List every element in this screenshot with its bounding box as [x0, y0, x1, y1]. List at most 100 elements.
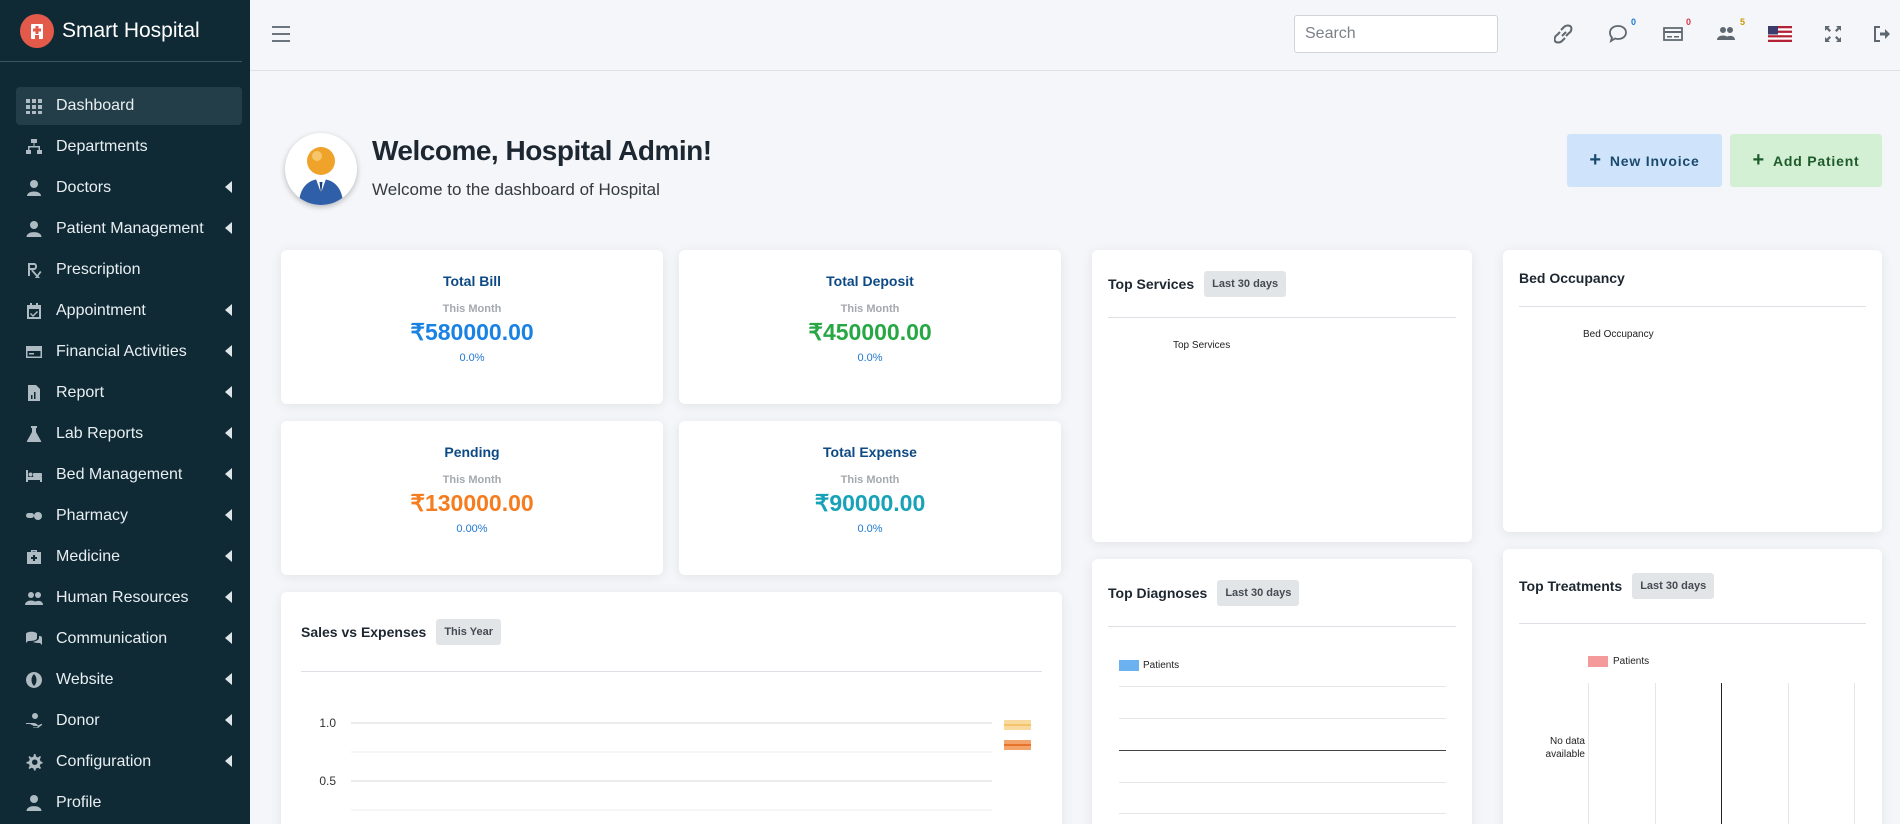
chat-icon[interactable]: 0 [1606, 17, 1636, 46]
expand-icon[interactable] [1821, 22, 1845, 46]
chevron-left-icon [225, 304, 232, 316]
menu-toggle-icon[interactable] [272, 26, 290, 42]
search-input[interactable] [1294, 15, 1498, 53]
stat-title: Total Bill [442, 273, 502, 289]
globe-icon [24, 670, 44, 690]
users-icon[interactable]: 5 [1715, 17, 1745, 46]
sidebar-item-label: Website [56, 671, 114, 688]
sidebar-item-label: Report [56, 384, 105, 401]
y-tick-label: 1.0 [319, 716, 336, 730]
bed-icon [24, 465, 44, 485]
sidebar-item-pharmacy[interactable]: Pharmacy [16, 497, 242, 535]
doctor-icon [24, 178, 44, 198]
stat-card-total-expense: Total Expense This Month ₹90000.00 0.0% [679, 421, 1061, 575]
stat-title: Total Deposit [826, 273, 914, 289]
top-treatments-header: Top Treatments Last 30 days [1519, 549, 1866, 624]
billing-icon[interactable]: 0 [1661, 17, 1691, 46]
welcome-subtitle: Welcome to the dashboard of Hospital [372, 180, 660, 199]
sidebar-item-label: Profile [56, 794, 102, 811]
bed-occupancy-header: Bed Occupancy [1519, 250, 1866, 307]
panel-title: Top Diagnoses [1108, 584, 1208, 601]
top-diagnoses-card: Top Diagnoses Last 30 days Patients [1092, 559, 1472, 824]
credit-card-icon [24, 342, 44, 362]
user-icon [24, 219, 44, 239]
add-patient-button[interactable]: + Add Patient [1730, 134, 1882, 187]
sidebar-item-communication[interactable]: Communication [16, 620, 242, 658]
stat-card-pending: Pending This Month ₹130000.00 0.00% [281, 421, 663, 575]
legend-label: Patients [1613, 656, 1650, 667]
sidebar-item-label: Lab Reports [56, 425, 144, 442]
top-services-header: Top Services Last 30 days [1108, 250, 1456, 318]
topbar: 0 0 5 [250, 0, 1900, 71]
stat-value: ₹90000.00 [814, 490, 926, 516]
period-badge[interactable]: Last 30 days [1632, 573, 1715, 599]
period-badge[interactable]: This Year [436, 618, 502, 645]
legend-swatch [1588, 656, 1608, 667]
y-tick-label: 0.5 [319, 774, 336, 788]
period-badge[interactable]: Last 30 days [1217, 579, 1300, 606]
comments-icon [24, 629, 44, 649]
chevron-left-icon [225, 755, 232, 767]
sales-expenses-header: Sales vs Expenses This Year [301, 592, 1042, 672]
stat-change: 0.0% [857, 352, 883, 364]
sidebar-item-configuration[interactable]: Configuration [16, 743, 242, 781]
sidebar-item-departments[interactable]: Departments [16, 128, 242, 166]
sidebar-item-appointment[interactable]: Appointment [16, 292, 242, 330]
notification-badge: 0 [1630, 17, 1636, 27]
chevron-left-icon [225, 632, 232, 644]
sidebar-nav: Dashboard Departments Doctors Patient Manag… [0, 87, 250, 822]
sidebar-item-label: Pharmacy [56, 507, 129, 524]
top-diagnoses-header: Top Diagnoses Last 30 days [1108, 559, 1456, 627]
sidebar-item-report[interactable]: Report [16, 374, 242, 412]
sitemap-icon [24, 137, 44, 157]
stat-value: ₹580000.00 [410, 319, 534, 345]
sidebar-item-label: Medicine [56, 548, 121, 565]
sidebar-item-medicine[interactable]: Medicine [16, 538, 242, 576]
sidebar-item-doctors[interactable]: Doctors [16, 169, 242, 207]
sidebar-item-lab-reports[interactable]: Lab Reports [16, 415, 242, 453]
sidebar-item-donor[interactable]: Donor [16, 702, 242, 740]
stat-card-total-bill: Total Bill This Month ₹580000.00 0.0% [281, 250, 663, 404]
chart-title: Top Services [1173, 340, 1231, 351]
us-flag-icon[interactable] [1768, 22, 1792, 46]
stat-value: ₹450000.00 [808, 319, 932, 345]
brand[interactable]: Smart Hospital [0, 0, 242, 62]
top-services-card: Top Services Last 30 days Top Services [1092, 250, 1472, 542]
sidebar-item-profile[interactable]: Profile [16, 784, 242, 822]
sidebar-item-website[interactable]: Website [16, 661, 242, 699]
period-badge[interactable]: Last 30 days [1204, 270, 1287, 297]
sidebar-item-label: Configuration [56, 753, 152, 770]
sidebar-item-label: Appointment [56, 302, 146, 319]
stat-period: This Month [840, 474, 900, 486]
sidebar-item-label: Patient Management [56, 220, 204, 237]
new-invoice-button[interactable]: + New Invoice [1567, 134, 1722, 187]
panel-title: Sales vs Expenses [301, 623, 427, 640]
sidebar-item-dashboard[interactable]: Dashboard [16, 87, 242, 125]
sidebar-item-prescription[interactable]: Prescription [16, 251, 242, 289]
medkit-icon [24, 547, 44, 567]
top-treatments-card: Top Treatments Last 30 days Patients No … [1503, 549, 1882, 824]
chevron-left-icon [225, 591, 232, 603]
sidebar-item-label: Human Resources [56, 589, 189, 606]
stat-value: ₹130000.00 [410, 490, 534, 516]
sidebar-item-bed-management[interactable]: Bed Management [16, 456, 242, 494]
sidebar-item-financial-activities[interactable]: Financial Activities [16, 333, 242, 371]
chart-title: Bed Occupancy [1583, 329, 1654, 340]
stat-change: 0.00% [456, 523, 488, 535]
chevron-left-icon [225, 714, 232, 726]
sidebar-item-patient-management[interactable]: Patient Management [16, 210, 242, 248]
chevron-left-icon [225, 673, 232, 685]
brand-title: Smart Hospital [62, 18, 200, 42]
sidebar-item-label: Donor [56, 712, 100, 729]
chevron-left-icon [225, 427, 232, 439]
new-invoice-label: New Invoice [1609, 152, 1700, 169]
link-icon[interactable] [1552, 22, 1576, 46]
sidebar-item-human-resources[interactable]: Human Resources [16, 579, 242, 617]
stat-title: Pending [444, 444, 500, 460]
users-icon [24, 588, 44, 608]
logout-icon[interactable] [1870, 22, 1894, 46]
stat-change: 0.0% [459, 352, 485, 364]
welcome-title: Welcome, Hospital Admin! [372, 135, 712, 166]
chevron-left-icon [225, 222, 232, 234]
stat-period: This Month [442, 474, 502, 486]
